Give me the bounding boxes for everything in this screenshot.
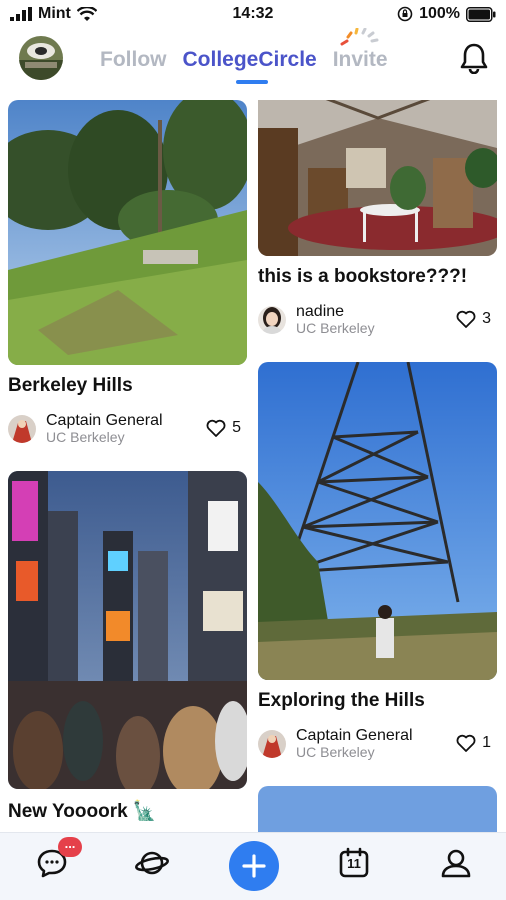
profile-avatar[interactable] [19,36,63,80]
bottom-tab-bar: ... 11 [0,832,506,900]
post-title: Exploring the Hills [258,690,425,711]
app-header: Follow CollegeCircle Invite [0,28,506,92]
author-info: Captain General UC Berkeley [296,728,413,761]
status-right: 100% [397,5,496,23]
post-card-partial[interactable] [258,786,497,832]
author-avatar[interactable] [258,730,286,758]
like-control[interactable]: 5 [206,419,241,437]
chat-unread-badge: ... [58,837,82,857]
author-name[interactable]: nadine [296,304,375,320]
post-card-new-york[interactable]: New Yoooork 🗽 [8,471,247,823]
heart-icon[interactable] [456,310,476,328]
heart-icon[interactable] [456,734,476,752]
profile-icon[interactable] [440,847,472,879]
planet-icon[interactable] [134,847,170,879]
create-post-button[interactable] [229,841,279,891]
author-avatar[interactable] [8,415,36,443]
battery-icon [466,6,496,22]
post-meta: Captain General UC Berkeley 5 [8,413,247,445]
post-meta: nadine UC Berkeley 3 [258,304,497,336]
author-name[interactable]: Captain General [46,413,163,429]
calendar-day: 11 [347,856,361,871]
author-name[interactable]: Captain General [296,728,413,744]
post-image[interactable] [8,471,247,789]
post-title: Berkeley Hills [8,375,133,396]
post-image[interactable] [258,100,497,256]
post-card-berkeley-hills[interactable]: Berkeley Hills Captain General UC Berkel… [8,100,247,445]
feed-tabs: Follow CollegeCircle Invite [100,48,388,72]
notification-bell-icon[interactable] [459,42,489,74]
post-card-exploring-hills[interactable]: Exploring the Hills Captain General UC B… [258,362,497,760]
invite-spark-icon [340,28,379,46]
post-feed[interactable]: Berkeley Hills Captain General UC Berkel… [0,100,506,832]
author-info: Captain General UC Berkeley [46,413,163,446]
plus-icon [242,854,266,878]
post-image[interactable] [8,100,247,365]
status-bar: Mint 14:32 100% [0,0,506,30]
post-image[interactable] [258,362,497,680]
rotation-lock-icon [397,6,413,22]
like-count: 1 [482,734,491,751]
post-title: New Yoooork 🗽 [8,801,157,822]
post-title: this is a bookstore???! [258,266,468,287]
author-school: UC Berkeley [296,320,375,336]
battery-percent: 100% [419,5,460,22]
active-tab-indicator [236,80,268,84]
like-count: 5 [232,419,241,436]
tab-invite[interactable]: Invite [333,48,388,72]
post-card-bookstore[interactable]: this is a bookstore???! nadine UC Berkel… [258,100,497,336]
like-control[interactable]: 1 [456,734,491,752]
author-school: UC Berkeley [46,429,125,445]
author-avatar[interactable] [258,306,286,334]
author-info: nadine UC Berkeley [296,304,375,337]
calendar-tab[interactable]: 11 [338,847,370,879]
post-image[interactable] [258,786,497,832]
like-control[interactable]: 3 [456,310,491,328]
tab-collegecircle[interactable]: CollegeCircle [183,48,317,72]
author-school: UC Berkeley [296,744,375,760]
like-count: 3 [482,310,491,327]
post-meta: Captain General UC Berkeley 1 [258,728,497,760]
tab-follow[interactable]: Follow [100,48,167,72]
heart-icon[interactable] [206,419,226,437]
